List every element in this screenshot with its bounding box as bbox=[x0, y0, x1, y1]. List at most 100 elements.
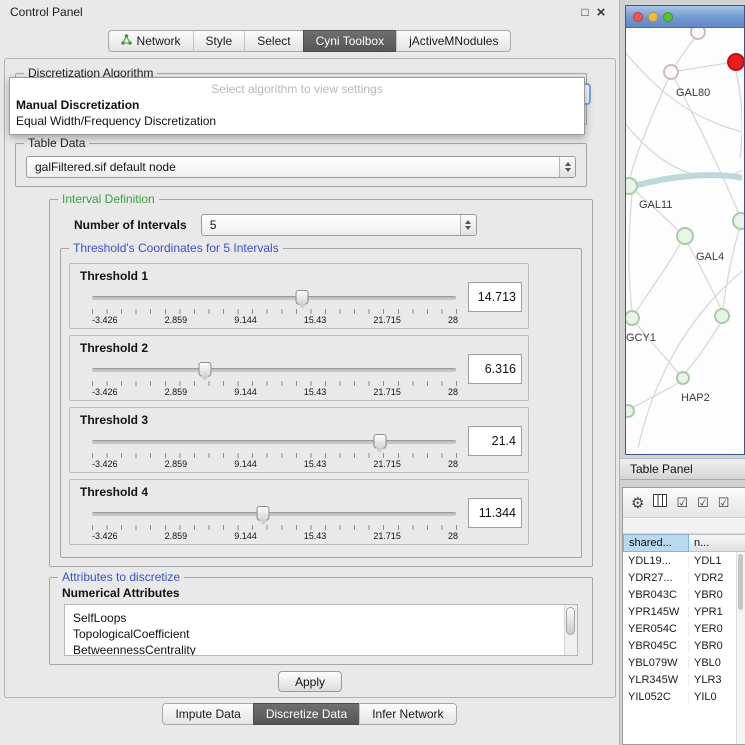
cyni-bottom-tab-bar: Impute Data Discretize Data Infer Networ… bbox=[0, 703, 619, 725]
threshold-value-input[interactable] bbox=[468, 498, 522, 528]
threshold-4-panel: Threshold 4 -3.4262.8599.14415.4321.7152… bbox=[69, 479, 529, 545]
table-row[interactable]: YLR345WYLR3 bbox=[623, 671, 745, 688]
algorithm-dropdown-list: Select algorithm to view settings Manual… bbox=[9, 77, 585, 135]
threshold-slider-handle[interactable] bbox=[373, 434, 386, 449]
network-node-label: HAP2 bbox=[681, 392, 710, 404]
scale-label: 9.144 bbox=[234, 315, 257, 325]
tab-style[interactable]: Style bbox=[193, 30, 245, 52]
threshold-slider[interactable] bbox=[92, 434, 456, 450]
table-row[interactable]: YPR145WYPR1 bbox=[623, 603, 745, 620]
minimize-traffic-light-icon[interactable] bbox=[648, 12, 658, 22]
clipped-checkbox-icon[interactable]: ☑ bbox=[718, 495, 730, 511]
threshold-slider[interactable] bbox=[92, 362, 456, 378]
combobox-stepper-icon[interactable] bbox=[460, 215, 476, 235]
float-window-icon[interactable]: □ bbox=[577, 5, 593, 19]
settings-gear-icon[interactable]: ⚙ bbox=[631, 494, 644, 512]
network-window-titlebar[interactable] bbox=[626, 6, 744, 28]
tab-label: Cyni Toolbox bbox=[316, 34, 384, 48]
table-row[interactable]: YDL19...YDL1 bbox=[623, 552, 745, 569]
threshold-value-input[interactable] bbox=[468, 282, 522, 312]
close-window-icon[interactable]: × bbox=[593, 4, 609, 21]
network-node[interactable] bbox=[727, 53, 744, 71]
threshold-slider-handle[interactable] bbox=[257, 506, 270, 521]
table-panel-title: Table Panel bbox=[630, 462, 693, 476]
arrow-up-icon bbox=[565, 159, 571, 166]
table-data-combobox[interactable]: galFiltered.sif default node bbox=[26, 156, 576, 178]
dropdown-item-manual-discretization[interactable]: Manual Discretization bbox=[10, 97, 584, 113]
scrollbar-thumb[interactable] bbox=[738, 554, 743, 610]
tab-cyni-toolbox[interactable]: Cyni Toolbox bbox=[303, 30, 396, 52]
scale-label: 28 bbox=[448, 459, 458, 469]
group-title: Threshold's Coordinates for 5 Intervals bbox=[69, 241, 283, 256]
network-node[interactable] bbox=[714, 308, 730, 324]
table-panel-header[interactable]: Table Panel bbox=[620, 458, 745, 480]
tab-infer-network[interactable]: Infer Network bbox=[359, 703, 456, 725]
table-cell: YBR045C bbox=[623, 640, 689, 652]
network-node[interactable] bbox=[732, 212, 744, 230]
column-header-name[interactable]: n... bbox=[689, 534, 745, 552]
list-item[interactable]: TopologicalCoefficient bbox=[65, 626, 577, 642]
scale-label: 2.859 bbox=[165, 459, 188, 469]
slider-track[interactable] bbox=[92, 512, 456, 516]
tab-label: Infer Network bbox=[372, 707, 443, 721]
scale-label: 2.859 bbox=[165, 531, 188, 541]
column-header-shared-name[interactable]: shared... bbox=[623, 534, 689, 552]
table-row[interactable]: YBR043CYBR0 bbox=[623, 586, 745, 603]
slider-track[interactable] bbox=[92, 368, 456, 372]
network-node-label: GAL11 bbox=[639, 199, 672, 211]
tab-select[interactable]: Select bbox=[244, 30, 302, 52]
network-node[interactable] bbox=[676, 371, 690, 385]
network-node[interactable] bbox=[676, 227, 694, 245]
attributes-to-discretize-group: Attributes to discretize Numerical Attri… bbox=[49, 577, 593, 665]
tab-label: jActiveMNodules bbox=[409, 34, 498, 48]
apply-button[interactable]: Apply bbox=[278, 671, 342, 692]
scrollbar-thumb[interactable] bbox=[566, 607, 575, 635]
table-row[interactable]: YDR27...YDR2 bbox=[623, 569, 745, 586]
network-node[interactable] bbox=[663, 64, 679, 80]
scale-label: -3.426 bbox=[92, 387, 118, 397]
threshold-slider[interactable] bbox=[92, 290, 456, 306]
network-node-label: GCY1 bbox=[626, 332, 656, 344]
tab-label: Discretize Data bbox=[266, 707, 347, 721]
scale-label: 21.715 bbox=[373, 387, 401, 397]
threshold-value-input[interactable] bbox=[468, 426, 522, 456]
close-traffic-light-icon[interactable] bbox=[633, 12, 643, 22]
threshold-slider-handle[interactable] bbox=[296, 290, 309, 305]
threshold-slider-handle[interactable] bbox=[198, 362, 211, 377]
control-panel-titlebar[interactable]: Control Panel □ × bbox=[0, 0, 619, 24]
numerical-attributes-list: SelfLoops TopologicalCoefficient Between… bbox=[64, 604, 578, 656]
tab-label: Impute Data bbox=[175, 707, 240, 721]
threshold-slider[interactable] bbox=[92, 506, 456, 522]
select-column-checkbox-icon[interactable]: ☑ bbox=[697, 495, 709, 511]
threshold-label: Threshold 3 bbox=[80, 413, 148, 427]
list-item[interactable]: BetweennessCentrality bbox=[65, 642, 577, 656]
thresholds-group: Threshold's Coordinates for 5 Intervals … bbox=[60, 248, 582, 558]
control-panel-window: Control Panel □ × Network Style Select C… bbox=[0, 0, 620, 745]
threshold-value-input[interactable] bbox=[468, 354, 522, 384]
tab-network[interactable]: Network bbox=[108, 30, 193, 52]
window-title: Control Panel bbox=[10, 5, 577, 19]
tab-impute-data[interactable]: Impute Data bbox=[162, 703, 252, 725]
table-row[interactable]: YBR045CYBR0 bbox=[623, 637, 745, 654]
tab-discretize-data[interactable]: Discretize Data bbox=[253, 703, 359, 725]
list-item[interactable]: SelfLoops bbox=[65, 610, 577, 626]
list-scrollbar[interactable] bbox=[564, 605, 577, 655]
slider-track[interactable] bbox=[92, 296, 456, 300]
slider-track[interactable] bbox=[92, 440, 456, 444]
number-of-intervals-label: Number of Intervals bbox=[74, 218, 187, 232]
table-scrollbar[interactable] bbox=[736, 552, 745, 744]
table-row[interactable]: YBL079WYBL0 bbox=[623, 654, 745, 671]
table-row[interactable]: YIL052CYIL0 bbox=[623, 688, 745, 705]
combobox-stepper-icon[interactable] bbox=[559, 157, 575, 177]
zoom-traffic-light-icon[interactable] bbox=[663, 12, 673, 22]
table-row[interactable]: YER054CYER0 bbox=[623, 620, 745, 637]
scale-label: -3.426 bbox=[92, 459, 118, 469]
number-of-intervals-combobox[interactable]: 5 bbox=[201, 214, 477, 236]
dropdown-item-equal-width-frequency[interactable]: Equal Width/Frequency Discretization bbox=[10, 113, 584, 129]
columns-icon[interactable] bbox=[653, 494, 667, 511]
threshold-1-panel: Threshold 1 -3.4262.8599.14415.4321.7152… bbox=[69, 263, 529, 329]
tab-jactivemnodules[interactable]: jActiveMNodules bbox=[396, 30, 511, 52]
select-all-checkbox-icon[interactable]: ☑ bbox=[676, 495, 688, 511]
table-cell: YER054C bbox=[623, 623, 689, 635]
network-canvas[interactable]: GAL80GAL11GAL4GCY1HAP2 bbox=[626, 28, 744, 454]
